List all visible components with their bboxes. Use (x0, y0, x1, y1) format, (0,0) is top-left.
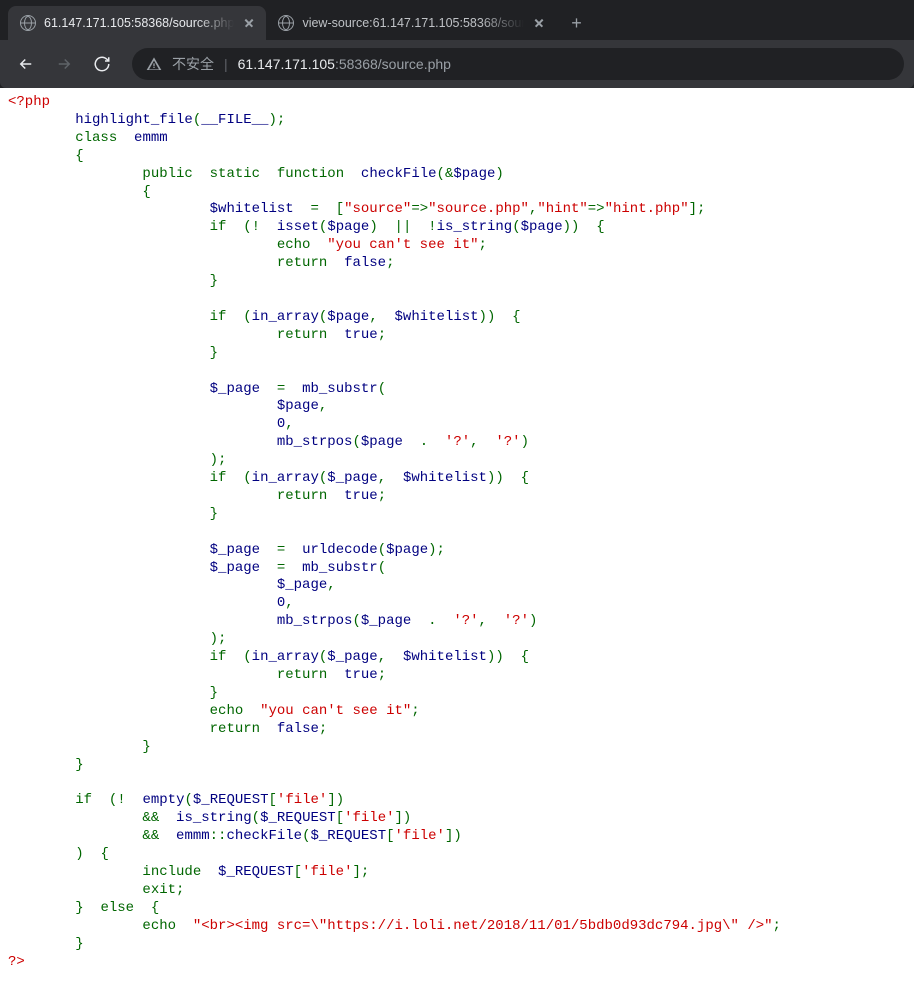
reload-button[interactable] (86, 48, 118, 80)
php-open-tag: <?php (8, 94, 50, 110)
close-icon[interactable] (532, 16, 546, 30)
globe-icon (278, 15, 294, 31)
tab-title: 61.147.171.105:58368/source.php (44, 16, 234, 30)
toolbar: 不安全 | 61.147.171.105:58368/source.php (0, 40, 914, 88)
warning-icon (146, 56, 162, 72)
globe-icon (20, 15, 36, 31)
omnibox-url: 61.147.171.105:58368/source.php (238, 56, 451, 72)
php-close-tag: ?> (8, 954, 25, 970)
omnibox-separator: | (224, 56, 228, 72)
tab-1[interactable]: 61.147.171.105:58368/source.php (8, 6, 266, 40)
new-tab-button[interactable]: + (562, 9, 590, 37)
tab-strip: 61.147.171.105:58368/source.php view-sou… (0, 0, 914, 40)
tab-2[interactable]: view-source:61.147.171.105:58368/source.… (266, 6, 556, 40)
address-bar[interactable]: 不安全 | 61.147.171.105:58368/source.php (132, 48, 904, 80)
insecure-label: 不安全 (172, 54, 214, 74)
browser-chrome: 61.147.171.105:58368/source.php view-sou… (0, 0, 914, 88)
back-button[interactable] (10, 48, 42, 80)
close-icon[interactable] (242, 16, 256, 30)
page-content: <?php highlight_file(__FILE__); class em… (0, 88, 914, 991)
tab-title: view-source:61.147.171.105:58368/source.… (302, 16, 524, 30)
forward-button[interactable] (48, 48, 80, 80)
